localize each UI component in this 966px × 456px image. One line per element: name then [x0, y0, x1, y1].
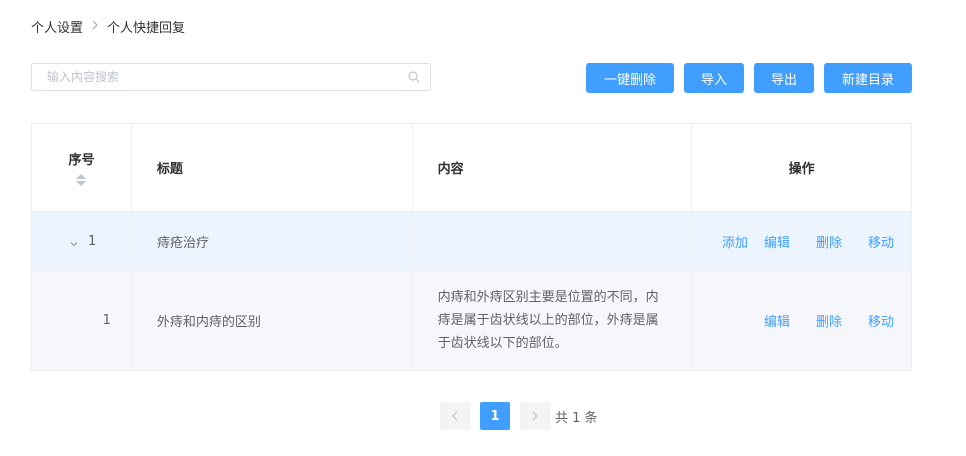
table-row: 1 外痔和内痔的区别 内痔和外痔区别主要是位置的不同，内痔是属于齿状线以上的部位…: [32, 271, 912, 371]
chevron-right-icon: [91, 19, 99, 34]
prev-page-button[interactable]: [440, 402, 470, 430]
sort-icon[interactable]: [76, 174, 87, 186]
chevron-left-icon: [452, 411, 458, 421]
chevron-down-icon[interactable]: [70, 237, 78, 247]
row-index: 1: [88, 233, 97, 249]
add-button[interactable]: 添加: [722, 232, 748, 251]
pagination: 1 共 1 条: [440, 402, 598, 430]
row-content: 内痔和外痔区别主要是位置的不同，内痔是属于齿状线以上的部位，外痔是属于齿状线以下…: [413, 271, 693, 370]
table-header: 序号 标题 内容 操作: [32, 124, 912, 212]
row-actions: 添加 编辑 删除 移动: [692, 212, 912, 270]
move-button[interactable]: 移动: [868, 232, 894, 251]
row-index-cell: 1: [32, 212, 132, 270]
header-title: 标题: [132, 124, 413, 211]
delete-all-button[interactable]: 一键删除: [586, 63, 674, 93]
reply-table: 序号 标题 内容 操作 1 痔疮治疗 添加 编辑 删除 移动 1 外痔和内痔的区…: [31, 123, 912, 371]
breadcrumb: 个人设置 个人快捷回复: [31, 17, 185, 36]
edit-button[interactable]: 编辑: [764, 232, 790, 251]
search-input[interactable]: [32, 64, 392, 90]
table-row: 1 痔疮治疗 添加 编辑 删除 移动: [32, 212, 912, 271]
new-directory-button[interactable]: 新建目录: [824, 63, 912, 93]
header-index[interactable]: 序号: [32, 124, 132, 211]
delete-button[interactable]: 删除: [816, 311, 842, 330]
pagination-total: 共 1 条: [555, 410, 598, 426]
move-button[interactable]: 移动: [868, 311, 894, 330]
breadcrumb-parent[interactable]: 个人设置: [31, 17, 83, 36]
row-content: [413, 212, 693, 270]
page-number-1[interactable]: 1: [480, 402, 510, 430]
import-button[interactable]: 导入: [684, 63, 744, 93]
header-actions: 操作: [692, 124, 912, 211]
row-actions: 编辑 删除 移动: [692, 271, 912, 370]
row-index: 1: [32, 271, 132, 370]
row-title: 痔疮治疗: [132, 212, 413, 270]
edit-button[interactable]: 编辑: [764, 311, 790, 330]
header-content: 内容: [413, 124, 693, 211]
delete-button[interactable]: 删除: [816, 232, 842, 251]
row-title: 外痔和内痔的区别: [132, 271, 413, 370]
header-index-label: 序号: [68, 153, 95, 168]
export-button[interactable]: 导出: [754, 63, 814, 93]
chevron-right-icon: [532, 411, 538, 421]
breadcrumb-current: 个人快捷回复: [107, 21, 186, 36]
next-page-button[interactable]: [520, 402, 550, 430]
search-box: [31, 63, 431, 91]
search-icon[interactable]: [408, 71, 420, 83]
